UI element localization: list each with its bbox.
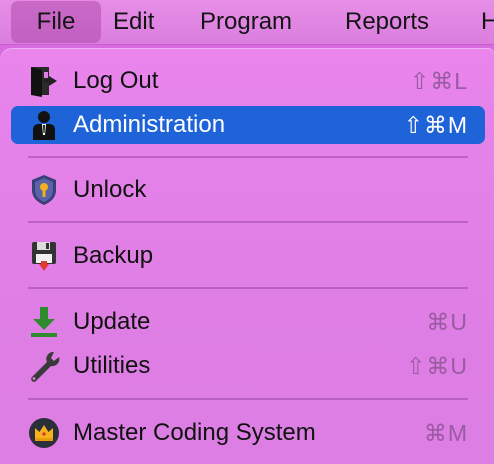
shortcut-label: ⌘U <box>426 309 468 335</box>
shortcut-label: ⌘M <box>423 420 468 446</box>
menu-bar: File Edit Program Reports H <box>0 0 494 45</box>
menu-item-master-coding-system[interactable]: Master Coding System ⌘M <box>11 414 485 452</box>
logout-door-icon <box>27 64 61 98</box>
shortcut-label: ⇧⌘U <box>406 353 468 379</box>
wrench-icon <box>27 349 61 383</box>
admin-person-icon <box>27 108 61 142</box>
menu-item-label: Update <box>73 308 151 335</box>
menu-item-label: Backup <box>73 242 154 269</box>
shortcut-label: ⇧⌘L <box>409 68 468 94</box>
menubar-program[interactable]: Program <box>200 0 292 44</box>
menu-item-label: Master Coding System <box>73 419 316 446</box>
floppy-backup-icon <box>27 239 61 273</box>
menu-separator <box>28 398 468 400</box>
file-menu-dropdown: Log Out ⇧⌘L Administration ⇧⌘M Unlock Ba… <box>0 48 494 464</box>
menubar-file[interactable]: File <box>11 1 101 43</box>
menu-item-label: Unlock <box>73 176 147 203</box>
menubar-reports[interactable]: Reports <box>345 0 429 44</box>
menu-item-update[interactable]: Update ⌘U <box>11 303 485 341</box>
crown-badge-icon <box>27 416 61 450</box>
menu-item-unlock[interactable]: Unlock <box>11 171 485 209</box>
shield-lock-icon <box>27 173 61 207</box>
menu-separator <box>28 156 468 158</box>
menu-item-utilities[interactable]: Utilities ⇧⌘U <box>11 347 485 385</box>
menu-item-backup[interactable]: Backup <box>11 237 485 275</box>
menu-item-label: Administration <box>73 111 226 138</box>
menubar-help[interactable]: H <box>481 0 494 44</box>
menu-separator <box>28 221 468 223</box>
menu-item-label: Log Out <box>73 67 159 94</box>
menubar-edit[interactable]: Edit <box>113 0 154 44</box>
menu-item-administration[interactable]: Administration ⇧⌘M <box>11 106 485 144</box>
menu-separator <box>28 287 468 289</box>
menu-item-label: Utilities <box>73 352 151 379</box>
download-arrow-icon <box>27 305 61 339</box>
menu-item-log-out[interactable]: Log Out ⇧⌘L <box>11 62 485 100</box>
shortcut-label: ⇧⌘M <box>403 112 468 138</box>
